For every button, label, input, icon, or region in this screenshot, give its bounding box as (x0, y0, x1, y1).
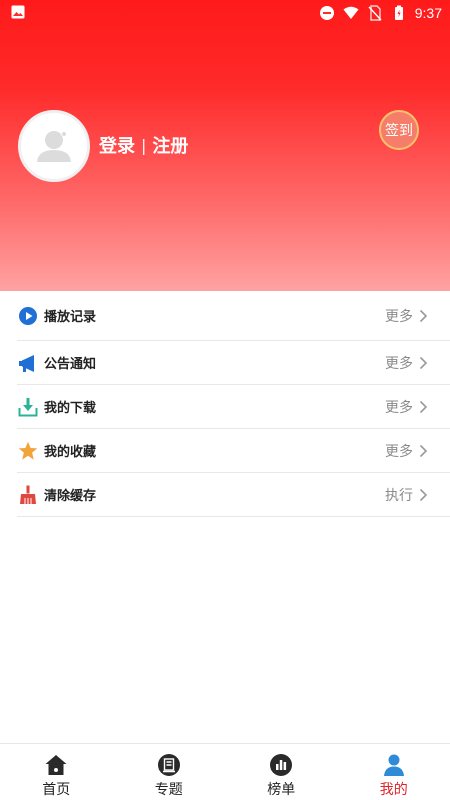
topic-icon (157, 754, 180, 776)
image-notification-icon (11, 5, 25, 19)
chevron-right-icon (419, 488, 428, 501)
menu-item-label: 清除缓存 (44, 489, 97, 504)
menu-item-label: 公告通知 (44, 357, 97, 372)
megaphone-icon (18, 353, 38, 373)
home-icon (45, 755, 67, 775)
sign-in-button[interactable]: 签到 (379, 110, 419, 150)
tab-label: 首页 (42, 782, 71, 798)
bottom-tab-bar: 首页 专题 榜单 我的 (0, 743, 450, 800)
tab-label: 专题 (154, 782, 183, 798)
register-link[interactable]: 注册 (152, 132, 188, 158)
avatar[interactable] (18, 110, 90, 182)
login-separator: | (141, 135, 147, 155)
menu-item-action-label: 更多 (385, 399, 413, 416)
menu-list: 播放记录 更多 公告通知 更多 我的下载 更多 我的收藏 更多 清除缓存 执行 (17, 291, 450, 517)
menu-item-label: 播放记录 (44, 310, 97, 325)
tab-label: 我的 (379, 782, 408, 798)
tab-mine[interactable]: 我的 (338, 744, 450, 800)
menu-item-action[interactable]: 执行 (385, 485, 428, 505)
default-user-icon (37, 131, 71, 162)
my-page-screen: 9:37 登录 | 注册 签到 播放记录 更多 公告通知 更多 我的下载 更多 … (0, 0, 450, 800)
menu-item-action[interactable]: 更多 (385, 306, 428, 326)
menu-item-action-label: 执行 (385, 487, 413, 504)
login-link[interactable]: 登录 (99, 132, 135, 158)
user-icon (383, 754, 404, 776)
battery-icon (394, 5, 403, 20)
no-sim-icon (368, 5, 382, 21)
menu-item-action[interactable]: 更多 (385, 397, 428, 417)
menu-item-announcements[interactable]: 公告通知 更多 (17, 341, 450, 385)
menu-item-action-label: 更多 (385, 443, 413, 460)
chart-icon (270, 754, 293, 776)
chevron-right-icon (419, 356, 428, 369)
do-not-disturb-icon (319, 6, 334, 20)
login-register: 登录 | 注册 (99, 132, 188, 158)
play-icon (18, 306, 38, 326)
status-icons: 9:37 (319, 3, 442, 23)
menu-item-clear-cache[interactable]: 清除缓存 执行 (17, 473, 450, 517)
tab-topics[interactable]: 专题 (113, 744, 226, 800)
menu-item-label: 我的收藏 (44, 445, 97, 460)
menu-item-action[interactable]: 更多 (385, 353, 428, 373)
broom-icon (18, 485, 38, 505)
tab-home[interactable]: 首页 (0, 744, 113, 800)
menu-item-action-label: 更多 (385, 355, 413, 372)
chevron-right-icon (419, 400, 428, 413)
wifi-icon (343, 6, 359, 19)
menu-item-favorites[interactable]: 我的收藏 更多 (17, 429, 450, 473)
chevron-right-icon (419, 309, 428, 322)
menu-item-action-label: 更多 (385, 308, 413, 325)
tab-rankings[interactable]: 榜单 (225, 744, 338, 800)
menu-item-play-history[interactable]: 播放记录 更多 (17, 291, 450, 341)
menu-item-action[interactable]: 更多 (385, 441, 428, 461)
clock-time: 9:37 (414, 5, 442, 21)
chevron-right-icon (419, 444, 428, 457)
status-bar: 9:37 (0, 0, 450, 26)
star-icon (18, 441, 38, 461)
download-icon (18, 397, 38, 417)
tab-label: 榜单 (267, 782, 296, 798)
menu-item-label: 我的下载 (44, 401, 97, 416)
menu-item-downloads[interactable]: 我的下载 更多 (17, 385, 450, 429)
